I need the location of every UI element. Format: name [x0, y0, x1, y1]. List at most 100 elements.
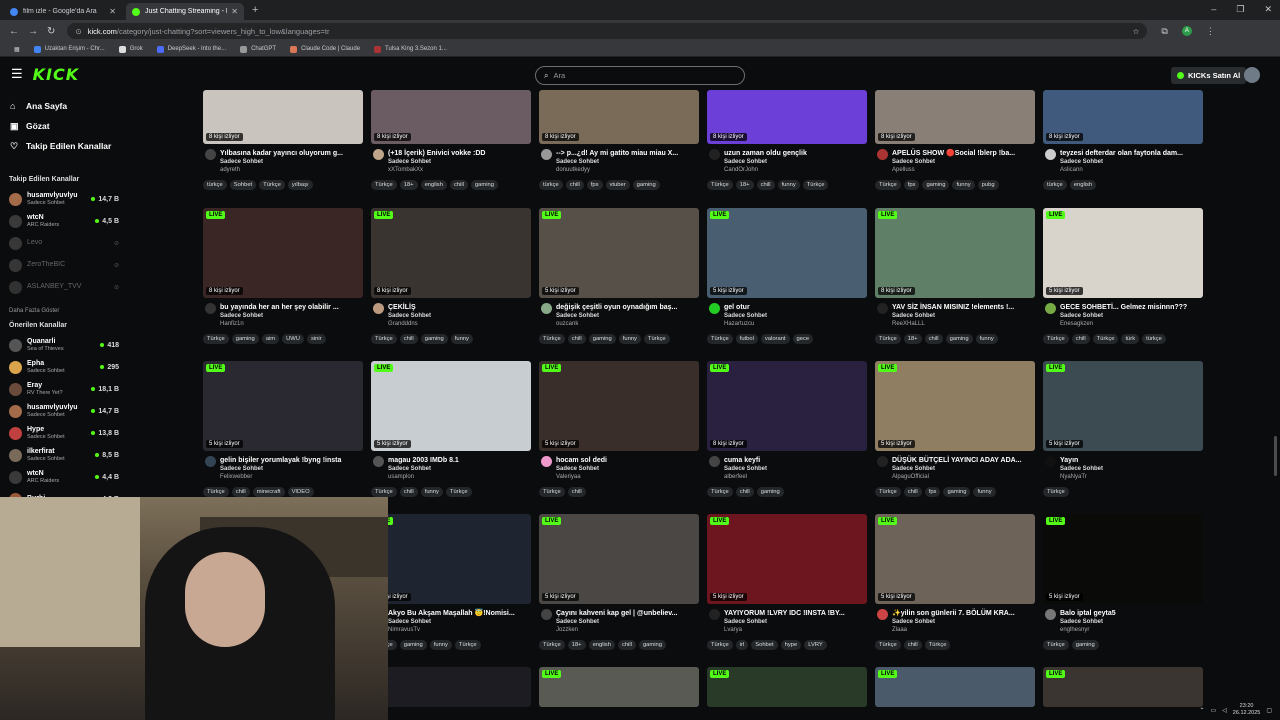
stream-thumbnail[interactable]: LIVE 5 kişi izliyor: [1043, 361, 1203, 451]
tag-chip[interactable]: Türkçe: [539, 487, 565, 497]
channel-avatar[interactable]: [877, 303, 888, 314]
stream-channel[interactable]: Lvarya: [724, 626, 867, 634]
channel-avatar[interactable]: [709, 456, 720, 467]
tag-chip[interactable]: chill: [903, 640, 922, 650]
channel-avatar[interactable]: [541, 609, 552, 620]
tag-chip[interactable]: Sohbet: [751, 640, 778, 650]
stream-thumbnail[interactable]: LIVE 8 kişi izliyor: [371, 208, 531, 298]
stream-title[interactable]: DÜŞÜK BÜTÇELİ YAYINCI ADAY ADA...: [892, 451, 1035, 465]
site-info-icon[interactable]: ⊙: [75, 27, 81, 36]
stream-channel[interactable]: ReeXHaLLL: [892, 320, 1035, 328]
tag-chip[interactable]: Türkçe: [445, 487, 472, 497]
stream-thumbnail[interactable]: LIVE 5 kişi izliyor: [875, 361, 1035, 451]
tag-chip[interactable]: gaming: [399, 640, 427, 650]
tag-chip[interactable]: sinir: [306, 334, 326, 344]
tag-chip[interactable]: english: [1069, 180, 1097, 190]
stream-card[interactable]: LIVE 8 kişi izliyor cuma keyfi Sadece Sohbe…: [707, 361, 867, 511]
tag-chip[interactable]: Türkçe: [203, 334, 229, 344]
stream-card[interactable]: LIVE 5 kişi izliyor değişik çeşitli oyun o…: [539, 208, 699, 358]
tag-chip[interactable]: gaming: [588, 334, 616, 344]
minimize-icon[interactable]: –: [1211, 4, 1216, 15]
tag-chip[interactable]: Türkçe: [707, 180, 733, 190]
channel-avatar[interactable]: [541, 456, 552, 467]
stream-category[interactable]: Sadece Sohbet: [724, 312, 867, 320]
tag-chip[interactable]: Türkçe: [539, 640, 565, 650]
sidebar-channel[interactable]: wtcN ARC Raiders 4,5 B: [0, 210, 195, 232]
stream-channel[interactable]: usamplon: [388, 473, 531, 481]
stream-channel[interactable]: Hazartuzcu: [724, 320, 867, 328]
stream-title[interactable]: YAYIYORUM !LVRY IDC !INSTA !BY...: [724, 604, 867, 618]
stream-card[interactable]: LIVE 5 kişi izliyor DÜŞÜK BÜTÇELİ YAYINCI …: [875, 361, 1035, 511]
tag-chip[interactable]: Türkçe: [707, 640, 733, 650]
tag-chip[interactable]: gaming: [943, 487, 971, 497]
stream-thumbnail[interactable]: LIVE 5 kişi izliyor: [707, 208, 867, 298]
tag-chip[interactable]: funny: [450, 334, 473, 344]
stream-thumbnail[interactable]: LIVE 8 kişi izliyor: [707, 361, 867, 451]
stream-thumbnail[interactable]: LIVE 5 kişi izliyor: [875, 514, 1035, 604]
stream-thumbnail[interactable]: 8 kişi izliyor: [875, 90, 1035, 144]
bookmark-item[interactable]: Tulsa King 3.Sezon 1...: [374, 45, 447, 53]
tag-chip[interactable]: chill: [399, 487, 418, 497]
stream-title[interactable]: --> p...¿d! Ay mi gatito miau miau X...: [556, 144, 699, 158]
tag-chip[interactable]: chill: [567, 487, 586, 497]
stream-channel[interactable]: ouzcank: [556, 320, 699, 328]
notification-icon[interactable]: ▢: [1266, 707, 1272, 714]
volume-icon[interactable]: ◁: [1222, 707, 1227, 714]
stream-card[interactable]: LIVE 5 kişi izliyor Yayın Sadece Sohbet NyaN…: [1043, 361, 1203, 511]
tag-chip[interactable]: Türkçe: [203, 487, 229, 497]
stream-card[interactable]: LIVE 5 kişi izliyor hocam sol dedi Sadece S…: [539, 361, 699, 511]
tag-chip[interactable]: gaming: [945, 334, 973, 344]
stream-category[interactable]: Sadece Sohbet: [388, 158, 531, 166]
stream-channel[interactable]: Valeriyaa: [556, 473, 699, 481]
stream-channel[interactable]: Enesagkzen: [1060, 320, 1203, 328]
tag-chip[interactable]: Sohbet: [229, 180, 257, 190]
tag-chip[interactable]: funny: [777, 180, 800, 190]
stream-title[interactable]: uzun zaman oldu gençlik: [724, 144, 867, 158]
tag-chip[interactable]: türkçe: [539, 180, 563, 190]
tag-chip[interactable]: türkçe: [203, 180, 227, 190]
stream-category[interactable]: Sadece Sohbet: [1060, 618, 1203, 626]
channel-avatar[interactable]: [877, 609, 888, 620]
tag-chip[interactable]: Türkçe: [1043, 640, 1069, 650]
stream-thumbnail[interactable]: LIVE 5 kişi izliyor: [539, 514, 699, 604]
stream-channel[interactable]: NimravusTv: [388, 626, 531, 634]
stream-category[interactable]: Sadece Sohbet: [388, 465, 531, 473]
stream-title[interactable]: Balo iptal geyta5: [1060, 604, 1203, 618]
tag-chip[interactable]: chill: [567, 334, 586, 344]
tag-chip[interactable]: Türkçe: [707, 334, 733, 344]
tag-chip[interactable]: chill: [617, 640, 636, 650]
tag-chip[interactable]: irl: [735, 640, 749, 650]
tag-chip[interactable]: gaming: [231, 334, 259, 344]
tag-chip[interactable]: funny: [952, 180, 975, 190]
bookmark-item[interactable]: Claude Code | Claude: [290, 45, 360, 53]
stream-title[interactable]: gel otur: [724, 298, 867, 312]
stream-category[interactable]: Sadece Sohbet: [892, 465, 1035, 473]
tag-chip[interactable]: gaming: [756, 487, 784, 497]
channel-avatar[interactable]: [877, 456, 888, 467]
stream-card[interactable]: LIVE 5 kişi izliyor ✨yilin son günlerii 7.…: [875, 514, 1035, 664]
tag-chip[interactable]: Türkçe: [875, 640, 901, 650]
channel-avatar[interactable]: [205, 303, 216, 314]
tag-chip[interactable]: chill: [449, 180, 468, 190]
stream-card[interactable]: 8 kişi izliyor uzun zaman oldu gençlik Sad…: [707, 90, 867, 204]
stream-title[interactable]: APELÜS SHOW 🔴Social !blerp !ba...: [892, 144, 1035, 158]
stream-category[interactable]: Sadece Sohbet: [220, 465, 363, 473]
tag-chip[interactable]: Türkçe: [875, 180, 901, 190]
channel-avatar[interactable]: [709, 303, 720, 314]
tag-chip[interactable]: Türkçe: [924, 640, 951, 650]
clock[interactable]: 23:20 26.12.2025: [1233, 703, 1261, 717]
stream-title[interactable]: cuma keyfi: [724, 451, 867, 465]
stream-thumbnail[interactable]: LIVE 5 kişi izliyor: [1043, 514, 1203, 604]
tag-chip[interactable]: gaming: [632, 180, 660, 190]
channel-avatar[interactable]: [205, 149, 216, 160]
extensions-icon[interactable]: ⧉: [1161, 26, 1167, 37]
tag-chip[interactable]: yılbaşı: [287, 180, 313, 190]
close-icon[interactable]: ✕: [231, 7, 238, 16]
tag-chip[interactable]: english: [588, 640, 615, 650]
stream-thumbnail[interactable]: LIVE: [707, 667, 867, 707]
tag-chip[interactable]: chill: [735, 487, 754, 497]
tag-chip[interactable]: aim: [261, 334, 280, 344]
stream-title[interactable]: hocam sol dedi: [556, 451, 699, 465]
stream-thumbnail[interactable]: LIVE 5 kişi izliyor: [707, 514, 867, 604]
stream-thumbnail[interactable]: LIVE 5 kişi izliyor: [539, 208, 699, 298]
